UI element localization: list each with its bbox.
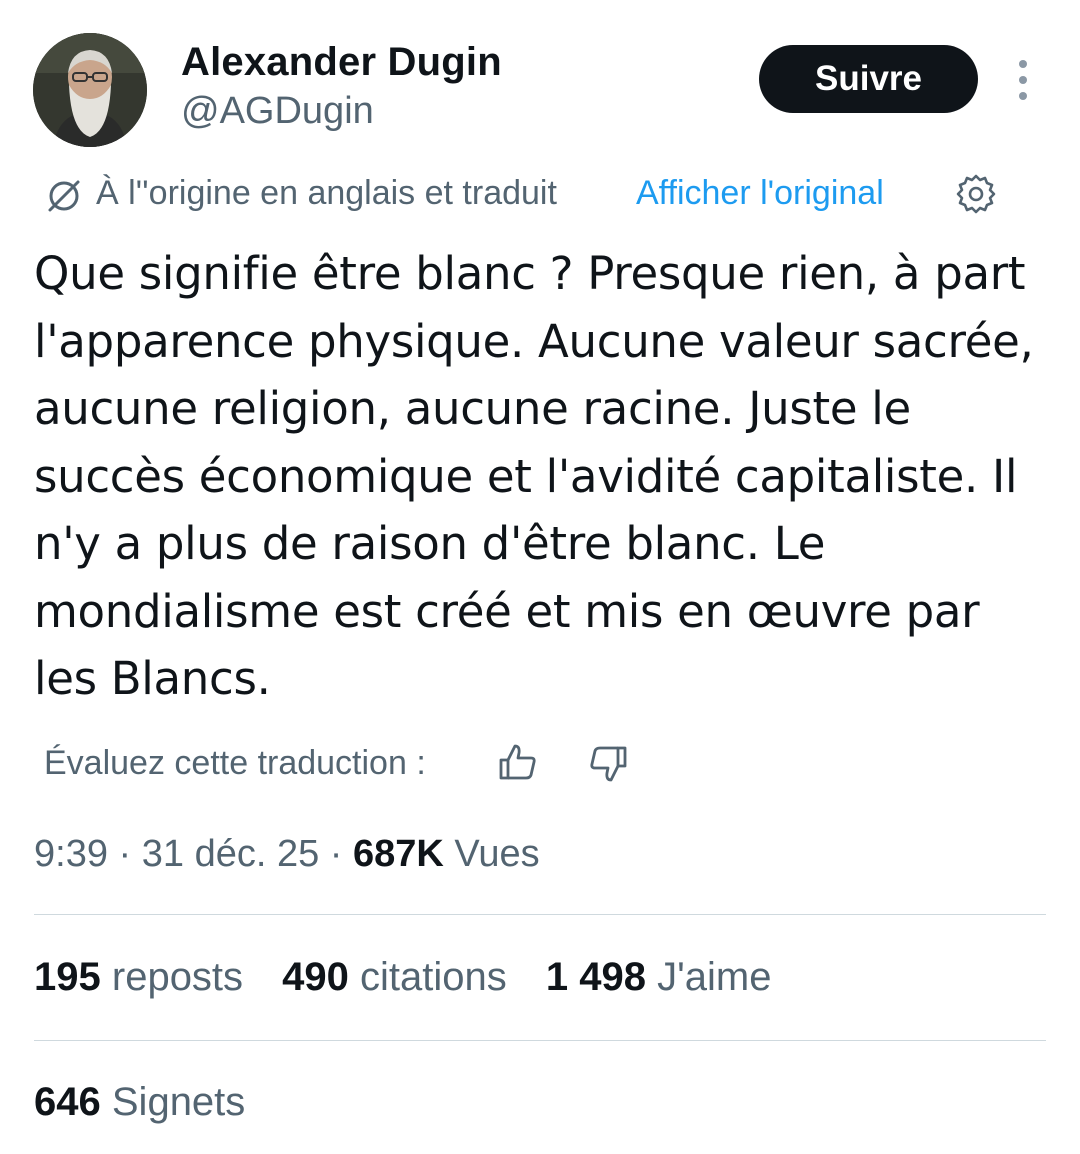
- rate-translation-row: Évaluez cette traduction :: [44, 740, 744, 790]
- quotes-label: citations: [360, 955, 507, 999]
- bookmarks-label: Signets: [111, 1080, 246, 1124]
- rate-translation-label: Évaluez cette traduction :: [44, 744, 426, 782]
- bookmarks-stat[interactable]: 646 Signets: [34, 1080, 245, 1125]
- meta-separator: ·: [107, 833, 142, 875]
- views-label: Vues: [454, 833, 540, 875]
- tweet-time[interactable]: 9:39: [34, 833, 108, 875]
- divider: [34, 914, 1046, 915]
- tweet-text: Que signifie être blanc ? Presque rien, …: [34, 247, 1034, 705]
- reposts-count: 195: [34, 955, 101, 999]
- author-handle[interactable]: @AGDugin: [181, 90, 374, 133]
- thumbs-up-icon[interactable]: [496, 740, 540, 784]
- more-vertical-icon[interactable]: [1010, 58, 1036, 102]
- likes-stat[interactable]: 1 498 J'aime: [546, 955, 772, 1000]
- show-original-link[interactable]: Afficher l'original: [636, 174, 884, 213]
- gear-icon[interactable]: [954, 172, 998, 216]
- likes-label: J'aime: [657, 955, 772, 999]
- follow-button[interactable]: Suivre: [759, 45, 978, 113]
- translation-notice-row: À l''origine en anglais et traduit Affic…: [44, 170, 1004, 220]
- globe-slash-icon: [44, 176, 84, 216]
- quotes-count: 490: [282, 955, 349, 999]
- thumbs-down-icon[interactable]: [586, 742, 630, 786]
- quotes-stat[interactable]: 490 citations: [282, 955, 507, 1000]
- meta-separator: ·: [319, 833, 354, 875]
- reposts-stat[interactable]: 195 reposts: [34, 955, 243, 1000]
- tweet-meta: 9:39 · 31 déc. 25 · 687K Vues: [34, 833, 540, 876]
- avatar[interactable]: [33, 33, 147, 147]
- reposts-label: reposts: [111, 955, 244, 999]
- likes-count: 1 498: [545, 955, 647, 999]
- views-count: 687K: [353, 833, 444, 875]
- bookmarks-count: 646: [34, 1080, 101, 1124]
- engagement-stats: 195 reposts 490 citations 1 498 J'aime: [34, 955, 800, 1000]
- divider: [34, 1040, 1046, 1041]
- tweet-date[interactable]: 31 déc. 25: [142, 833, 319, 875]
- author-name[interactable]: Alexander Dugin: [181, 40, 502, 85]
- translation-notice: À l''origine en anglais et traduit: [96, 174, 557, 212]
